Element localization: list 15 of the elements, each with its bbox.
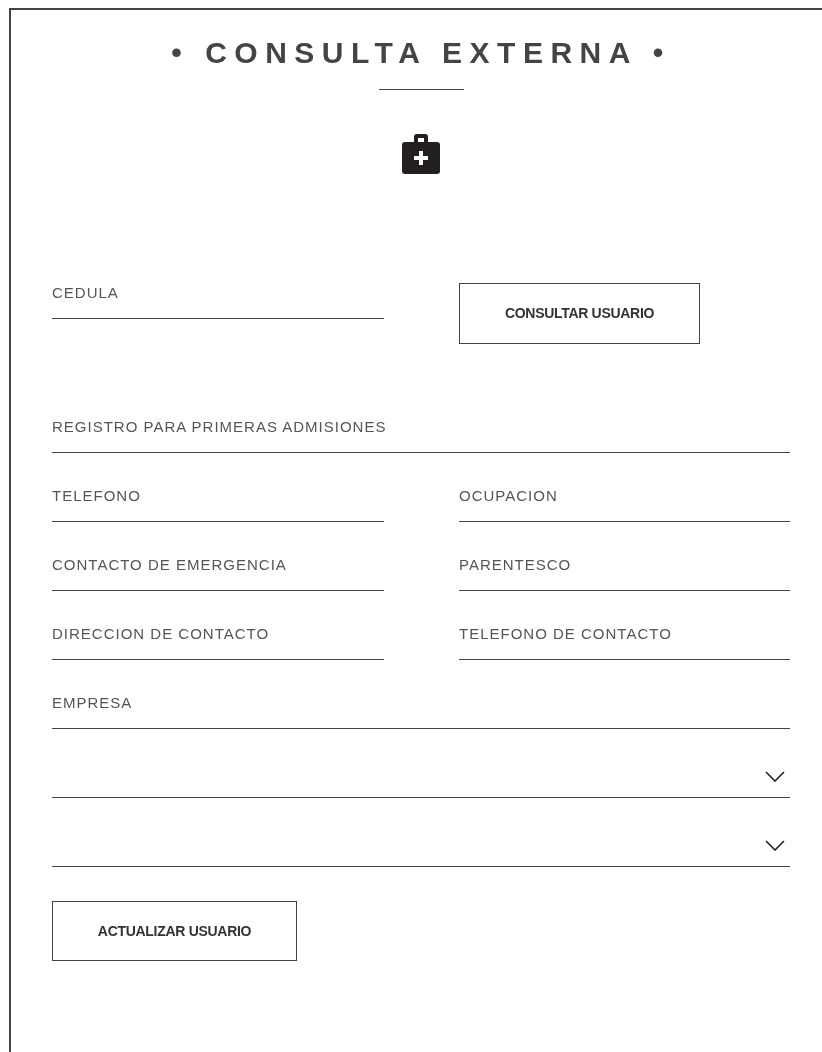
text-field[interactable]: PARENTESCO (459, 539, 790, 591)
consult-user-button[interactable]: CONSULTAR USUARIO (459, 283, 700, 344)
text-field[interactable]: TELEFONO DE CONTACTO (459, 608, 790, 660)
chevron-down-icon (765, 840, 785, 851)
id-number-field[interactable]: CEDULA (52, 267, 384, 319)
text-field[interactable]: CONTACTO DE EMERGENCIA (52, 539, 384, 591)
page-title: • CONSULTA EXTERNA • (170, 35, 672, 71)
text-field[interactable]: EMPRESA (52, 677, 790, 729)
medical-kit-icon (402, 134, 440, 174)
chevron-down-icon (765, 771, 785, 782)
text-field[interactable]: REGISTRO PARA PRIMERAS ADMISIONES (52, 401, 790, 453)
text-field[interactable]: OCUPACION (459, 470, 790, 522)
text-field[interactable]: TELEFONO (52, 470, 384, 522)
update-user-button[interactable]: ACTUALIZAR USUARIO (52, 901, 297, 961)
text-field[interactable]: DIRECCION DE CONTACTO (52, 608, 384, 660)
